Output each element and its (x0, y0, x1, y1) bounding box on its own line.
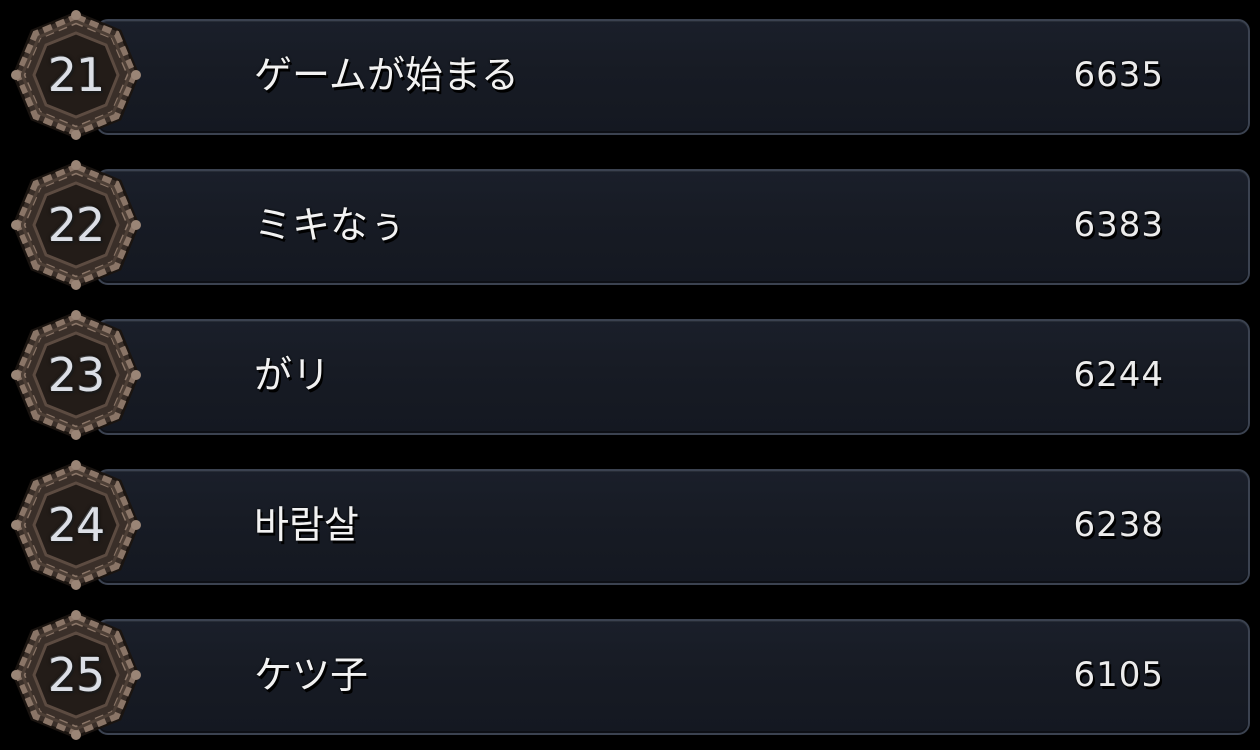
player-score: 6105 (1073, 655, 1164, 695)
player-name: ケツ子 (254, 653, 369, 697)
leaderboard-row[interactable]: 23 がリ 6244 (0, 300, 1260, 450)
player-name: 바람살 (254, 503, 359, 547)
rank-badge: 25 (8, 607, 144, 743)
rank-badge: 24 (8, 457, 144, 593)
rank-number: 21 (47, 48, 106, 102)
leaderboard-row[interactable]: 25 ケツ子 6105 (0, 600, 1260, 750)
rank-number: 22 (47, 198, 106, 252)
leaderboard-row[interactable]: 22 ミキなぅ 6383 (0, 150, 1260, 300)
leaderboard-row[interactable]: 24 바람살 6238 (0, 450, 1260, 600)
player-score: 6238 (1073, 505, 1164, 545)
player-name: ゲームが始まる (254, 53, 519, 97)
player-name: がリ (254, 353, 331, 397)
rank-number: 24 (47, 498, 106, 552)
rank-badge: 21 (8, 7, 144, 143)
rank-badge: 23 (8, 307, 144, 443)
rank-number: 23 (47, 348, 106, 402)
player-score: 6244 (1073, 355, 1164, 395)
player-name: ミキなぅ (254, 203, 407, 247)
rank-badge: 22 (8, 157, 144, 293)
leaderboard-row[interactable]: 21 ゲームが始まる 6635 (0, 0, 1260, 150)
player-score: 6383 (1073, 205, 1164, 245)
player-score: 6635 (1073, 55, 1164, 95)
rank-number: 25 (47, 648, 106, 702)
leaderboard: 21 ゲームが始まる 6635 22 ミキなぅ 6383 23 がリ 6244 … (0, 0, 1260, 750)
